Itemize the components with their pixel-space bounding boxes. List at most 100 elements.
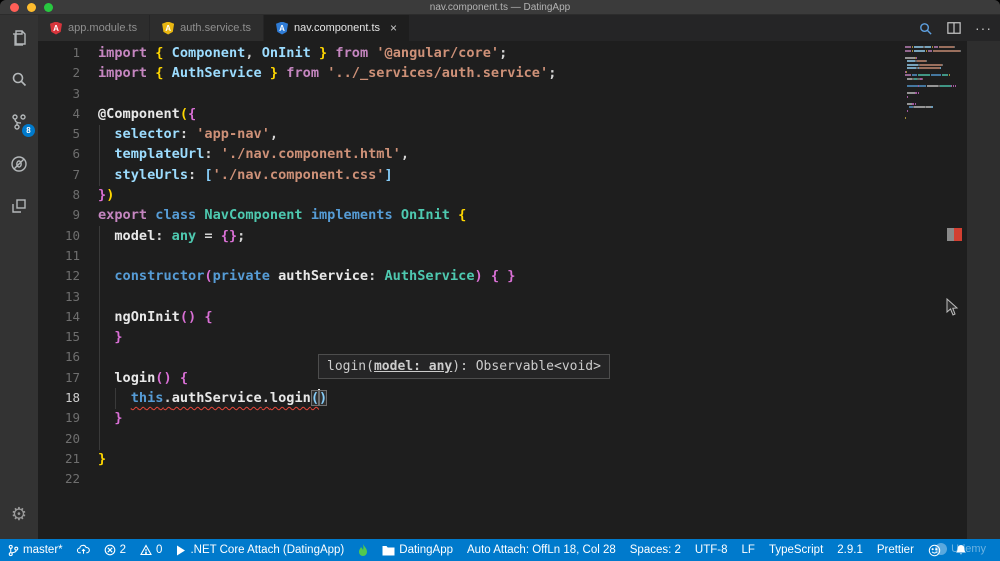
- code-line[interactable]: 10 model: any = {};: [38, 226, 1000, 246]
- line-number: 10: [64, 227, 80, 243]
- status-label: Prettier: [876, 544, 914, 556]
- code-line[interactable]: 5 selector: 'app-nav',: [38, 124, 1000, 144]
- code-line[interactable]: 6 templateUrl: './nav.component.html',: [38, 144, 1000, 164]
- code-line[interactable]: 2 import { AuthService } from '../_servic…: [38, 63, 1000, 83]
- code-line[interactable]: 13: [38, 287, 1000, 307]
- code-line[interactable]: 15 }: [38, 327, 1000, 347]
- close-window-button[interactable]: [10, 3, 19, 12]
- status-utf-8[interactable]: UTF-8: [695, 544, 728, 556]
- code-line[interactable]: 14 ngOnInit() {: [38, 307, 1000, 327]
- line-number: 12: [64, 268, 80, 284]
- code-line[interactable]: 7 styleUrls: ['./nav.component.css']: [38, 165, 1000, 185]
- line-number: 21: [64, 450, 80, 466]
- code-line[interactable]: 20: [38, 429, 1000, 449]
- traffic-lights: [10, 3, 53, 12]
- extensions-icon[interactable]: [8, 195, 30, 217]
- status-smiley-icon[interactable]: [928, 544, 941, 557]
- angular-file-icon: A: [50, 21, 62, 35]
- tab-label: auth.service.ts: [180, 22, 252, 34]
- status-2-9-1[interactable]: 2.9.1: [837, 544, 863, 556]
- code-line[interactable]: 1 import { Component, OnInit } from '@ang…: [38, 43, 1000, 63]
- tab-nav.component.ts[interactable]: Anav.component.ts ×: [264, 15, 411, 41]
- tab-auth.service.ts[interactable]: Aauth.service.ts: [150, 15, 265, 41]
- line-text: login() {: [114, 369, 189, 386]
- status-label: LF: [741, 544, 755, 556]
- code-line[interactable]: 4 @Component({: [38, 104, 1000, 124]
- minimize-window-button[interactable]: [27, 3, 36, 12]
- line-number: 1: [72, 45, 80, 60]
- errors-icon: [104, 544, 116, 556]
- line-number: 15: [64, 329, 80, 345]
- line-text: import { Component, OnInit } from '@angu…: [98, 45, 508, 61]
- zoom-window-button[interactable]: [44, 3, 53, 12]
- line-number: 8: [72, 187, 80, 203]
- code-line[interactable]: 3: [38, 84, 1000, 104]
- line-number: 14: [64, 308, 80, 324]
- play-icon: [176, 545, 186, 556]
- activity-bar: 8 ⚙: [0, 15, 38, 539]
- code-line[interactable]: 8}): [38, 185, 1000, 205]
- line-text: constructor(private authService: AuthSer…: [114, 268, 516, 285]
- code-line[interactable]: 22: [38, 469, 1000, 489]
- line-number: 18: [64, 390, 80, 406]
- open-preview-icon[interactable]: [918, 21, 933, 36]
- code-area[interactable]: 1 import { Component, OnInit } from '@ang…: [38, 43, 1000, 490]
- status-net-core-attach-datingapp[interactable]: .NET Core Attach (DatingApp): [176, 544, 344, 556]
- status-prettier[interactable]: Prettier: [877, 544, 914, 556]
- line-text: [80, 246, 98, 266]
- line-number: 17: [64, 369, 80, 385]
- line-number: 9: [72, 207, 80, 223]
- source-control-icon[interactable]: 8: [8, 111, 35, 137]
- code-line[interactable]: 21}: [38, 449, 1000, 469]
- status-label: UTF-8: [694, 544, 728, 556]
- line-number: 7: [72, 166, 80, 182]
- vscode-window: nav.component.ts — DatingApp 8 ⚙ A app.m…: [0, 0, 1000, 561]
- close-tab-icon[interactable]: ×: [390, 21, 397, 35]
- branch-icon: [8, 544, 19, 557]
- error-marker: [954, 228, 962, 241]
- status-master[interactable]: master*: [8, 544, 63, 557]
- status-label: 2: [119, 544, 127, 556]
- code-line[interactable]: 18 this.authService.login(): [38, 388, 1000, 408]
- code-line[interactable]: 12 constructor(private authService: Auth…: [38, 266, 1000, 286]
- debug-icon[interactable]: [8, 153, 30, 175]
- status-bar: master* 2 0 .NET Core Attach (DatingApp) Dat…: [0, 539, 1000, 561]
- code-line[interactable]: 9 export class NavComponent implements On…: [38, 205, 1000, 225]
- indent-guide: [99, 125, 100, 186]
- line-number: 16: [64, 349, 80, 365]
- status-datingapp[interactable]: DatingApp: [382, 544, 453, 556]
- publish-icon: [76, 544, 90, 556]
- line-text: [80, 469, 98, 489]
- status-lf[interactable]: LF: [742, 544, 755, 556]
- status-label: Ln 18, Col 28: [547, 544, 616, 556]
- status-typescript[interactable]: TypeScript: [769, 544, 823, 556]
- line-number: 20: [64, 430, 80, 446]
- status-publish-icon[interactable]: [76, 544, 90, 556]
- status-label: 2.9.1: [837, 544, 863, 556]
- code-line[interactable]: 11: [38, 246, 1000, 266]
- line-number: 3: [72, 85, 80, 101]
- status-label: TypeScript: [768, 544, 824, 556]
- status-2[interactable]: 2: [104, 544, 126, 556]
- window-title: nav.component.ts — DatingApp: [429, 1, 571, 13]
- status-ln-18-col-28[interactable]: Ln 18, Col 28: [547, 544, 615, 556]
- status-0[interactable]: 0: [140, 544, 162, 556]
- search-icon[interactable]: [8, 69, 30, 91]
- code-line[interactable]: 19 }: [38, 408, 1000, 428]
- source-control-badge: 8: [22, 124, 35, 137]
- tab-app.module.ts[interactable]: Aapp.module.ts: [38, 15, 151, 41]
- editor-content[interactable]: 1 import { Component, OnInit } from '@ang…: [38, 41, 1000, 539]
- more-actions-icon[interactable]: ···: [975, 20, 992, 36]
- line-number: 6: [72, 146, 80, 162]
- status-flame-icon[interactable]: [358, 543, 368, 557]
- tab-bar: Aapp.module.ts Aauth.service.ts Anav.compo…: [38, 15, 1000, 41]
- status-bell-icon[interactable]: [955, 544, 967, 557]
- explorer-icon[interactable]: [8, 27, 30, 49]
- line-text: }: [114, 329, 123, 346]
- status-label: Auto Attach: Off: [467, 544, 548, 556]
- status-spaces-2[interactable]: Spaces: 2: [630, 544, 681, 556]
- split-editor-icon[interactable]: [947, 21, 961, 35]
- settings-gear-icon[interactable]: ⚙: [0, 504, 38, 525]
- minimap[interactable]: [905, 46, 965, 124]
- status-auto-attach-off[interactable]: Auto Attach: Off: [467, 544, 547, 556]
